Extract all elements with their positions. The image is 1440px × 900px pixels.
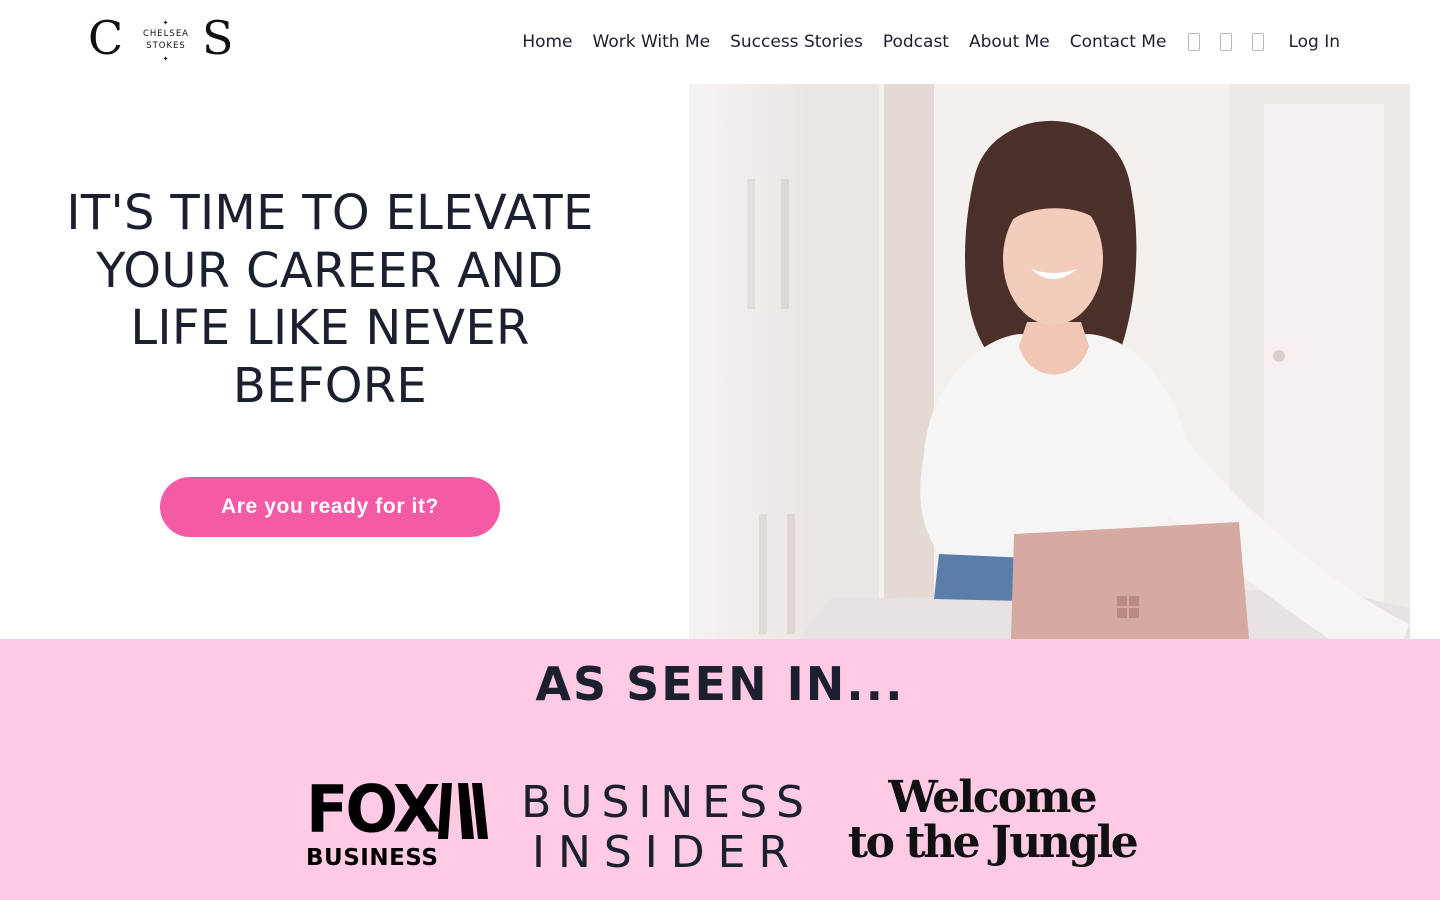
logo-line-stokes: STOKES [146,41,186,51]
bi-logo-line2: INSIDER [531,827,803,878]
logo-letter-c: C [88,11,124,65]
business-insider-logo: BUSINESS INSIDER [517,777,817,878]
cta-button[interactable]: Are you ready for it? [160,477,500,537]
site-logo[interactable]: C ✦ CHELSEA STOKES ✦ S [88,11,244,66]
logo-star-top: ✦ [162,19,170,27]
fox-stripes-mark [438,783,488,839]
nav-contact-me[interactable]: Contact Me [1070,30,1167,54]
wttj-logo-line2: to the Jungle [847,817,1139,868]
bi-logo-line1: BUSINESS [521,777,813,828]
social-icon[interactable] [1252,33,1265,51]
wttj-logo-line1: Welcome [888,772,1097,823]
site-header: C ✦ CHELSEA STOKES ✦ S Home Work With Me… [0,0,1440,84]
fox-logo-text: FOX [306,770,441,848]
hero-heading: IT'S TIME TO ELEVATE YOUR CAREER AND LIF… [66,185,594,414]
nav-home[interactable]: Home [522,30,572,54]
logo-star-bottom: ✦ [162,55,170,63]
nav-about-me[interactable]: About Me [969,30,1050,54]
nav-success-stories[interactable]: Success Stories [730,30,863,54]
main-nav: Home Work With Me Success Stories Podcas… [522,30,1340,54]
logo-line-chelsea: CHELSEA [142,29,189,39]
as-seen-in-title: AS SEEN IN... [535,657,905,711]
hero-section: IT'S TIME TO ELEVATE YOUR CAREER AND LIF… [40,84,620,639]
hero-photo [689,84,1410,639]
logo-letter-s: S [202,11,234,65]
nav-work-with-me[interactable]: Work With Me [593,30,711,54]
fox-business-logo: FOX BUSINESS [306,774,488,871]
welcome-to-the-jungle-logo: Welcome to the Jungle [842,776,1142,876]
as-seen-in-section: AS SEEN IN... FOX BUSINESS BUSINESS INSI… [0,639,1440,900]
nav-podcast[interactable]: Podcast [883,30,949,54]
fox-logo-subtext: BUSINESS [306,845,439,871]
nav-log-in[interactable]: Log In [1288,30,1340,54]
hero-photo-illustration [689,84,1410,639]
social-icon[interactable] [1188,33,1201,51]
social-icon[interactable] [1220,33,1233,51]
